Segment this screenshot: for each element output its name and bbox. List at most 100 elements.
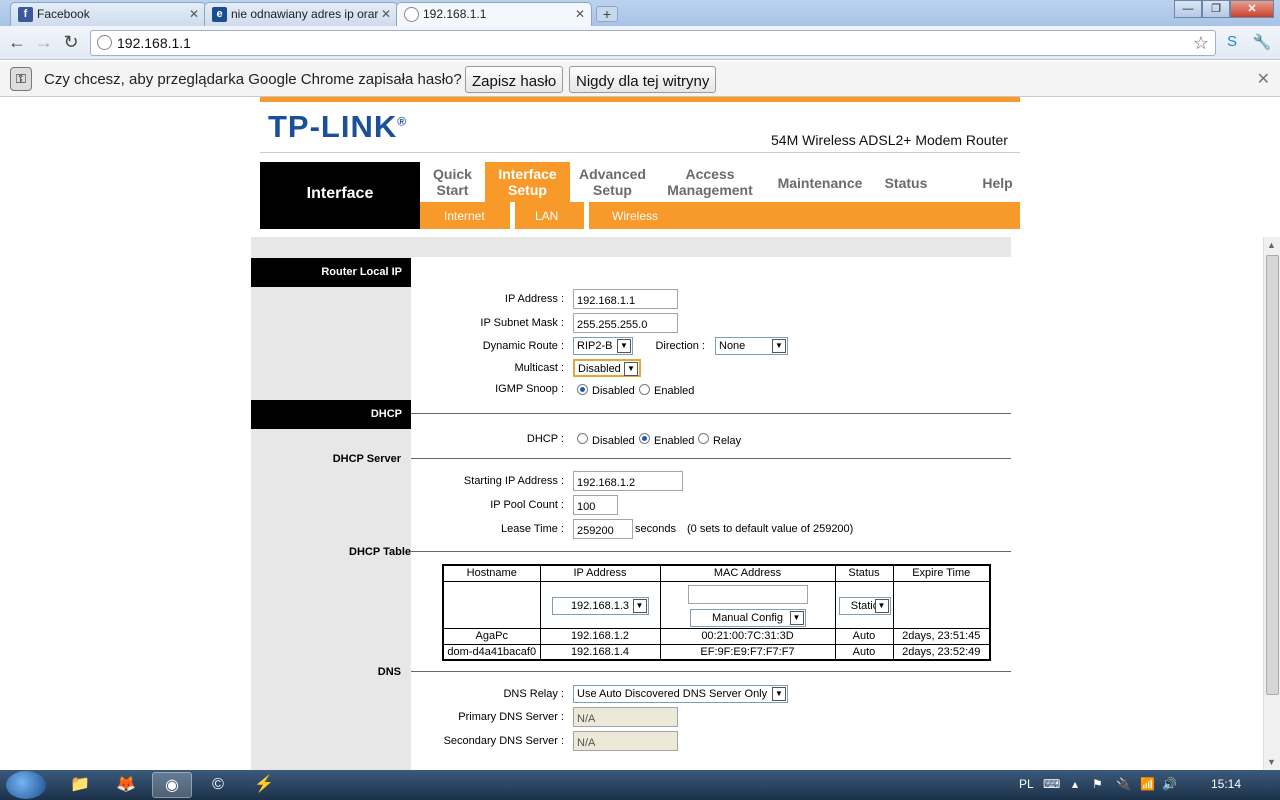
new-tab-button[interactable]: + <box>596 6 618 22</box>
tab-router[interactable]: 192.168.1.1 ✕ <box>396 2 592 26</box>
col-hostname: Hostname <box>442 564 541 582</box>
globe-icon <box>97 35 112 50</box>
close-window-icon[interactable]: ✕ <box>1230 0 1274 18</box>
chevron-down-icon: ▼ <box>789 610 804 625</box>
tab-close-icon[interactable]: ✕ <box>381 7 391 21</box>
table-row: dom-d4a41bacaf0 192.168.1.4 EF:9F:E9:F7:… <box>442 643 991 661</box>
menu-maintenance[interactable]: Maintenance <box>765 162 875 202</box>
col-mac-address: MAC Address <box>659 564 836 582</box>
dhcp-enabled-radio[interactable] <box>639 433 650 444</box>
menu-status[interactable]: Status <box>875 162 937 202</box>
table-cell: 192.168.1.2 <box>539 627 661 645</box>
section-router-local-ip: Router Local IP <box>251 258 411 287</box>
scroll-thumb[interactable] <box>1266 255 1279 695</box>
window-controls: — ❐ ✕ <box>1174 0 1274 18</box>
submenu-wireless[interactable]: Wireless <box>612 209 658 223</box>
tplink-logo: TP-LINK® <box>268 109 408 144</box>
mac-config-select[interactable]: Manual Config ▼ <box>689 608 806 627</box>
menu-interface-setup[interactable]: Interface Setup <box>485 162 570 202</box>
never-save-button[interactable]: Nigdy dla tej witryny <box>569 66 717 93</box>
tab-close-icon[interactable]: ✕ <box>575 7 585 21</box>
submenu-internet[interactable]: Internet <box>444 209 485 223</box>
tab-facebook[interactable]: f Facebook ✕ <box>10 2 206 26</box>
subnet-mask-input[interactable] <box>573 313 678 333</box>
igmp-disabled-radio[interactable] <box>577 384 588 395</box>
dhcp-relay-radio[interactable] <box>698 433 709 444</box>
section-dhcp: DHCP <box>251 400 411 429</box>
firefox-icon[interactable]: 🦊 <box>106 772 146 798</box>
start-button[interactable] <box>6 771 46 799</box>
keyboard-icon[interactable]: ⌨ <box>1043 777 1060 791</box>
starting-ip-input[interactable] <box>573 471 683 491</box>
orange-top-bar <box>260 97 1020 102</box>
igmp-enabled-radio[interactable] <box>639 384 650 395</box>
minimize-icon[interactable]: — <box>1174 0 1202 18</box>
col-status: Status <box>834 564 894 582</box>
skype-extension-icon[interactable]: S <box>1222 33 1242 53</box>
signal-icon[interactable]: 📶 <box>1140 777 1155 791</box>
address-bar[interactable]: 192.168.1.1 ☆ <box>90 30 1216 56</box>
menu-access-management[interactable]: Access Management <box>655 162 765 202</box>
table-cell: Auto <box>834 627 894 645</box>
flag-icon[interactable]: ⚑ <box>1092 777 1103 791</box>
clock[interactable]: 15:14 <box>1211 777 1241 791</box>
tab-close-icon[interactable]: ✕ <box>189 7 199 21</box>
app-tools-icon[interactable]: ⚡ <box>244 772 284 798</box>
status-select[interactable]: Static ▼ <box>838 596 891 615</box>
volume-icon[interactable]: 🔊 <box>1162 777 1177 791</box>
ip-pool-count-input[interactable] <box>573 495 618 515</box>
wrench-icon[interactable]: 🔧 <box>1252 33 1272 53</box>
infobar-message: Czy chcesz, aby przeglądarka Google Chro… <box>44 71 462 88</box>
tab-forum[interactable]: e nie odnawiany adres ip orar ✕ <box>204 2 398 26</box>
power-icon[interactable]: 🔌 <box>1116 777 1131 791</box>
table-cell <box>442 580 541 629</box>
product-name: 54M Wireless ADSL2+ Modem Router <box>771 132 1008 148</box>
back-arrow-icon[interactable]: ← <box>6 32 28 53</box>
main-menu: Quick Start Interface Setup Advanced Setup … <box>420 162 1020 202</box>
secondary-dns-label: Secondary DNS Server : <box>443 735 564 747</box>
scroll-down-icon[interactable]: ▼ <box>1267 757 1276 767</box>
explorer-folder-icon[interactable]: 📁 <box>60 772 100 798</box>
section-divider <box>411 671 1011 672</box>
dhcp-disabled-label: Disabled <box>592 435 635 447</box>
maximize-icon[interactable]: ❐ <box>1202 0 1230 18</box>
ip-reserve-select[interactable]: 192.168.1.3 ▼ <box>551 596 649 615</box>
table-cell: dom-d4a41bacaf0 <box>442 643 541 661</box>
menu-help[interactable]: Help <box>965 162 1030 202</box>
igmp-enabled-label: Enabled <box>654 385 695 397</box>
infobar-close-icon[interactable]: ✕ <box>1257 69 1270 89</box>
scroll-up-icon[interactable]: ▲ <box>1267 240 1276 250</box>
language-indicator[interactable]: PL <box>1019 777 1034 791</box>
save-password-button[interactable]: Zapisz hasło <box>465 66 564 93</box>
dhcp-disabled-radio[interactable] <box>577 433 588 444</box>
submenu-lan[interactable]: LAN <box>535 209 558 223</box>
forward-arrow-icon[interactable]: → <box>33 32 55 53</box>
menu-quick-start[interactable]: Quick Start <box>420 162 485 202</box>
globe-favicon-icon <box>404 7 419 22</box>
chevron-down-icon: ▼ <box>632 598 647 613</box>
dns-relay-select[interactable]: Use Auto Discovered DNS Server Only ▼ <box>573 685 788 703</box>
dns-heading: DNS <box>377 666 401 678</box>
lease-time-input[interactable] <box>573 519 633 539</box>
table-cell: 192.168.1.4 <box>539 643 661 661</box>
header-divider <box>260 152 1020 153</box>
table-cell: AgaPc <box>442 627 541 645</box>
secondary-dns-input[interactable] <box>573 731 678 751</box>
chevron-down-icon: ▼ <box>772 687 786 701</box>
direction-label: Direction : <box>655 340 705 352</box>
lease-time-unit: seconds <box>635 523 676 535</box>
mac-address-input[interactable] <box>687 584 808 604</box>
primary-dns-input[interactable] <box>573 707 678 727</box>
table-cell: 192.168.1.3 ▼ <box>539 580 661 629</box>
menu-advanced-setup[interactable]: Advanced Setup <box>570 162 655 202</box>
app-swirl-icon[interactable]: © <box>198 772 238 798</box>
table-cell: Static ▼ <box>834 580 894 629</box>
direction-select[interactable]: None ▼ <box>715 337 788 355</box>
multicast-select[interactable]: Disabled ▼ <box>573 359 641 377</box>
tray-arrow-icon[interactable]: ▴ <box>1072 777 1078 791</box>
chrome-icon[interactable]: ◉ <box>152 772 192 798</box>
reload-icon[interactable]: ↻ <box>60 32 82 53</box>
page-scrollbar[interactable]: ▲ ▼ <box>1263 237 1280 770</box>
bookmark-star-icon[interactable]: ☆ <box>1193 33 1209 54</box>
ip-address-input[interactable] <box>573 289 678 309</box>
